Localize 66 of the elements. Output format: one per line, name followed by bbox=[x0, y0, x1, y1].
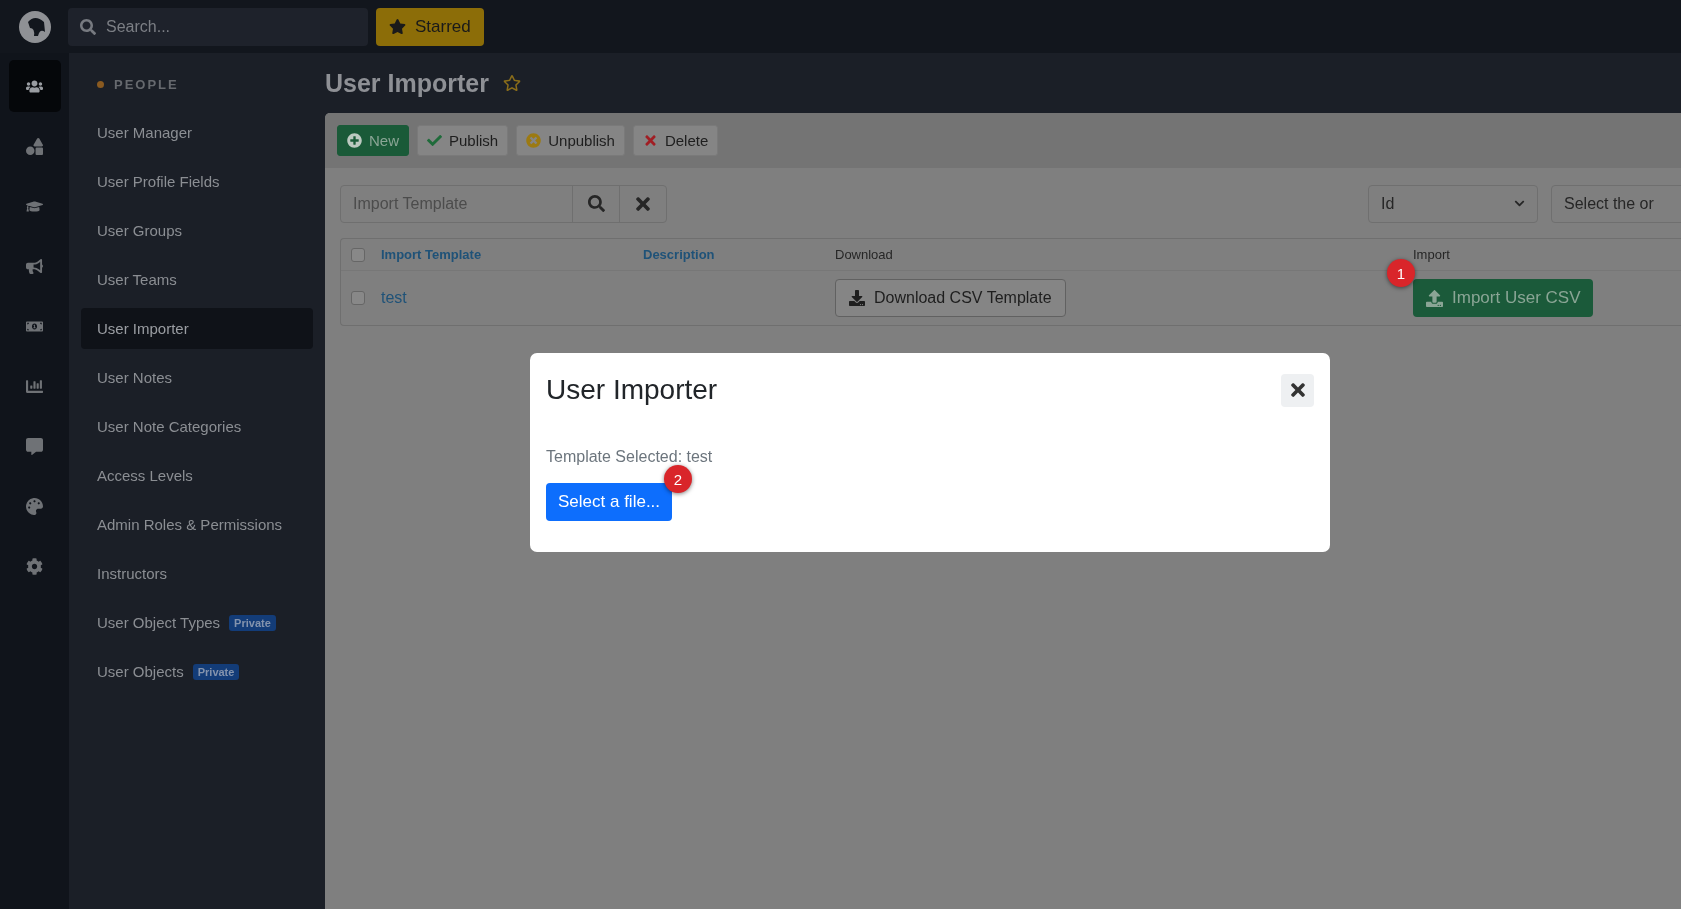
sidebar-item-label: Admin Roles & Permissions bbox=[97, 516, 283, 533]
shapes-icon bbox=[26, 137, 43, 155]
check-icon bbox=[427, 133, 442, 148]
select-all-checkbox[interactable] bbox=[351, 247, 365, 262]
sidebar-item[interactable]: User Note Categories bbox=[81, 406, 313, 447]
modal-title: User Importer bbox=[546, 374, 718, 406]
sidebar-item[interactable]: User Profile Fields bbox=[81, 161, 313, 202]
sidebar-item[interactable]: Access Levels bbox=[81, 455, 313, 496]
elephant-logo[interactable] bbox=[18, 9, 52, 44]
close-button[interactable] bbox=[1281, 373, 1314, 407]
sidebar-item-label: Instructors bbox=[97, 565, 168, 582]
sidebar-item-label: User Groups bbox=[97, 222, 183, 239]
rail-button[interactable] bbox=[8, 60, 61, 112]
sidebar-item-label: User Manager bbox=[97, 124, 193, 141]
chat-bubble-icon bbox=[26, 437, 43, 455]
sidebar-item-label: User Objects bbox=[97, 663, 184, 680]
column-header: Download bbox=[835, 247, 893, 262]
import-button[interactable]: Import User CSV bbox=[1413, 279, 1594, 317]
unpublish-button[interactable]: Unpublish bbox=[516, 125, 625, 156]
palette-icon bbox=[26, 497, 43, 515]
star-icon bbox=[389, 18, 406, 35]
search-bar[interactable]: Search... bbox=[68, 7, 368, 46]
starred-button[interactable]: Starred bbox=[376, 7, 484, 46]
publish-button[interactable]: Publish bbox=[417, 125, 509, 156]
step-marker: 2 bbox=[664, 465, 692, 493]
column-header: Import bbox=[1413, 247, 1450, 262]
section-dot bbox=[97, 80, 104, 88]
megaphone-icon bbox=[26, 257, 43, 275]
page-title: User Importer bbox=[325, 68, 489, 98]
private-badge: Private bbox=[192, 663, 240, 680]
search-icon bbox=[80, 18, 96, 35]
new-button[interactable]: New bbox=[337, 125, 409, 156]
sidebar-item-label: User Profile Fields bbox=[97, 173, 220, 190]
sidebar-item-label: User Teams bbox=[97, 271, 177, 288]
search-field[interactable]: Search... bbox=[104, 16, 344, 37]
sidebar-item-label: Access Levels bbox=[97, 467, 193, 484]
sidebar-item[interactable]: User Manager bbox=[81, 112, 313, 153]
sidebar-item[interactable]: User Object Types Private bbox=[81, 602, 313, 643]
row-checkbox[interactable] bbox=[351, 291, 365, 305]
private-badge: Private bbox=[229, 614, 276, 631]
upload-icon bbox=[1426, 289, 1443, 307]
sidebar-item[interactable]: Instructors bbox=[81, 553, 313, 594]
star-outline-icon[interactable] bbox=[502, 74, 521, 92]
select-file-button[interactable]: Select a file... bbox=[546, 483, 673, 521]
download-button[interactable]: Download CSV Template bbox=[835, 279, 1066, 317]
sidebar-item[interactable]: User Notes bbox=[81, 357, 313, 398]
search-icon bbox=[587, 195, 605, 212]
sidebar-item-label: User Object Types bbox=[97, 614, 221, 631]
download-icon bbox=[849, 290, 865, 306]
sidebar-item-label: User Importer bbox=[97, 320, 189, 337]
sidebar-item[interactable]: User Teams bbox=[81, 259, 313, 300]
sidebar-item-label: User Notes bbox=[97, 369, 173, 386]
sidebar-item[interactable]: User Objects Private bbox=[81, 651, 313, 692]
order-select[interactable]: Select the or bbox=[1551, 184, 1681, 223]
delete-button[interactable]: Delete bbox=[632, 125, 719, 156]
modal-text: Template Selected: test bbox=[546, 448, 714, 466]
sidebar-item[interactable]: Admin Roles & Permissions bbox=[81, 504, 313, 545]
sidebar-item[interactable]: User Importer bbox=[81, 308, 313, 349]
chevron-down-icon bbox=[1514, 198, 1525, 209]
settings-icon bbox=[26, 557, 43, 575]
bar-chart-icon bbox=[26, 377, 43, 395]
sort-select[interactable]: Id bbox=[1368, 184, 1538, 223]
sidebar-item[interactable]: User Groups bbox=[81, 210, 313, 251]
sidebar-item-label: User Note Categories bbox=[97, 418, 242, 435]
section-label: PEOPLE bbox=[114, 76, 179, 92]
step-marker: 1 bbox=[1387, 259, 1415, 287]
